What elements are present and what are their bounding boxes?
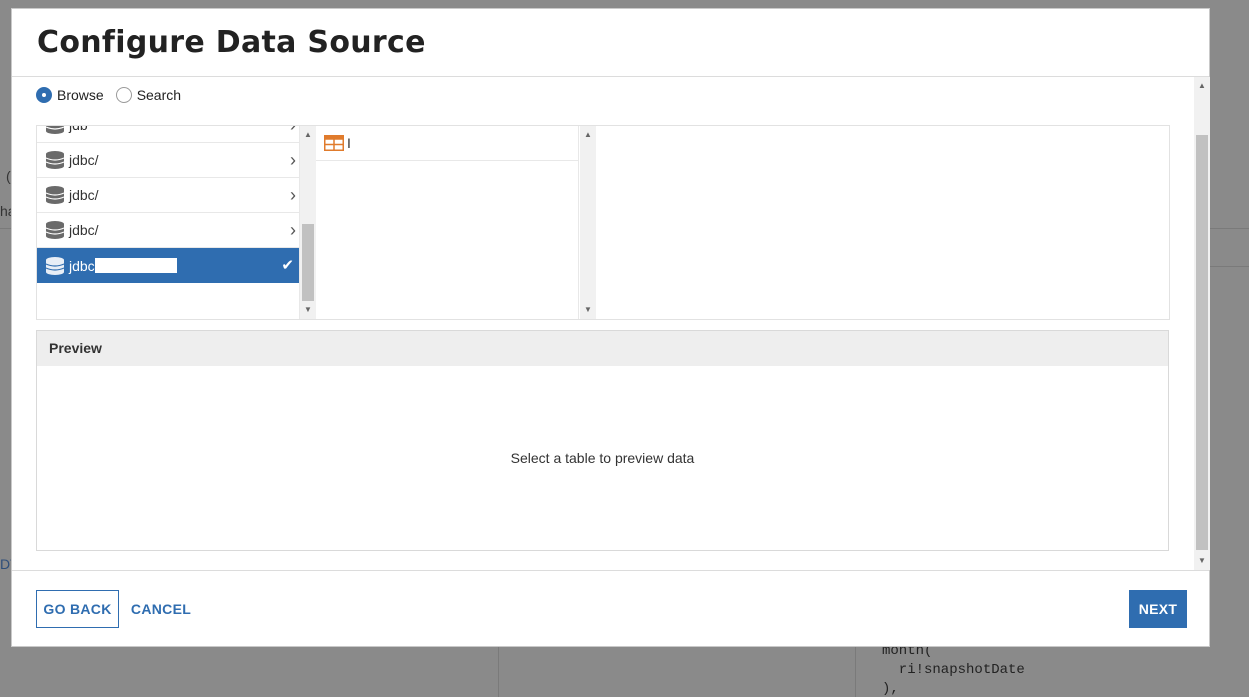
background-divider xyxy=(1210,266,1249,267)
dialog-title: Configure Data Source xyxy=(37,25,426,60)
datasource-item[interactable]: jdbc/ › xyxy=(37,178,299,213)
datasource-label: jdb xyxy=(69,126,88,133)
datasource-item-selected[interactable]: jdbc ✔ xyxy=(37,248,299,283)
cancel-button[interactable]: CANCEL xyxy=(130,590,192,628)
background-divider xyxy=(1210,228,1249,229)
table-list: I xyxy=(316,126,579,319)
background-divider xyxy=(0,228,11,229)
next-button[interactable]: NEXT xyxy=(1129,590,1187,628)
chevron-right-icon: › xyxy=(290,220,296,240)
background-divider xyxy=(498,646,499,697)
database-icon xyxy=(45,186,65,204)
chevron-right-icon: › xyxy=(290,126,296,136)
datasource-item[interactable]: jdb › xyxy=(37,126,299,143)
search-radio-label[interactable]: Search xyxy=(137,87,181,103)
table-icon xyxy=(324,135,344,151)
datasource-browser: jdb › jdbc/ › jdbc/ xyxy=(36,125,1170,320)
footer-divider xyxy=(12,570,1209,571)
table-label: I xyxy=(347,135,351,151)
preview-empty-message: Select a table to preview data xyxy=(37,366,1168,550)
background-divider xyxy=(855,646,856,697)
browse-radio[interactable] xyxy=(36,87,52,103)
datasource-label: jdbc/ xyxy=(69,187,99,203)
go-back-button[interactable]: GO BACK xyxy=(36,590,119,628)
datasource-label: jdbc xyxy=(69,257,95,274)
checkmark-icon: ✔ xyxy=(281,257,294,274)
scroll-down-icon[interactable]: ▼ xyxy=(580,303,596,317)
dialog-body: Browse Search jdb › xyxy=(12,77,1209,570)
datasource-label: jdbc/ xyxy=(69,152,99,168)
chevron-right-icon: › xyxy=(290,150,296,170)
database-icon xyxy=(45,151,65,169)
datasource-list: jdb › jdbc/ › jdbc/ xyxy=(37,126,300,319)
preview-panel: Preview Select a table to preview data xyxy=(36,330,1169,551)
scroll-up-icon[interactable]: ▲ xyxy=(1194,79,1210,93)
preview-heading: Preview xyxy=(37,331,1168,366)
scrollbar-thumb[interactable] xyxy=(1196,135,1208,550)
datasource-list-scrollbar[interactable]: ▲ ▼ xyxy=(300,126,316,319)
datasource-item[interactable]: jdbc/ › xyxy=(37,213,299,248)
column-list xyxy=(596,126,1169,319)
table-item[interactable]: I xyxy=(316,126,579,161)
search-radio[interactable] xyxy=(115,87,132,103)
background-code: month( ri!snapshotDate), xyxy=(882,643,1025,697)
table-list-scrollbar[interactable]: ▲ ▼ xyxy=(580,126,596,319)
scrollbar-thumb[interactable] xyxy=(302,224,314,301)
configure-data-source-dialog: Configure Data Source Browse Search jdb … xyxy=(11,8,1210,647)
datasource-label: jdbc/ xyxy=(69,222,99,238)
scroll-up-icon[interactable]: ▲ xyxy=(580,128,596,142)
database-icon xyxy=(45,221,65,239)
database-icon xyxy=(45,126,65,134)
background-text: ( xyxy=(6,168,11,184)
redacted-text xyxy=(94,258,177,273)
mode-radio-group: Browse Search xyxy=(36,87,193,103)
chevron-right-icon: › xyxy=(290,185,296,205)
browse-radio-label[interactable]: Browse xyxy=(57,87,104,103)
dialog-scrollbar[interactable]: ▲ ▼ xyxy=(1194,77,1210,570)
datasource-item[interactable]: jdbc/ › xyxy=(37,143,299,178)
scroll-down-icon[interactable]: ▼ xyxy=(1194,554,1210,568)
scroll-down-icon[interactable]: ▼ xyxy=(300,303,316,317)
database-icon xyxy=(45,256,65,275)
preview-empty-text: Select a table to preview data xyxy=(510,450,695,466)
scroll-up-icon[interactable]: ▲ xyxy=(300,128,316,142)
